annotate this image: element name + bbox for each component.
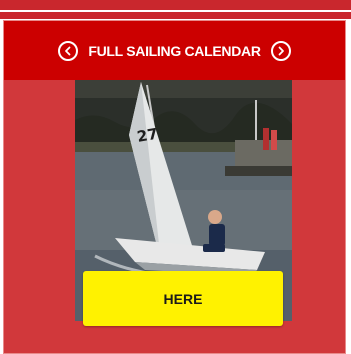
calendar-title[interactable]: FULL SAILING CALENDAR xyxy=(88,43,261,59)
divider-line xyxy=(0,10,351,12)
next-button[interactable] xyxy=(270,40,291,61)
here-button[interactable]: HERE xyxy=(83,271,283,326)
calendar-header: FULL SAILING CALENDAR xyxy=(4,21,345,80)
chevron-right-icon xyxy=(278,46,284,55)
prev-button[interactable] xyxy=(58,40,79,61)
top-decorative-strip xyxy=(0,0,351,19)
sailing-calendar-widget: FULL SAILING CALENDAR 27 HERE xyxy=(3,20,346,354)
svg-text:27: 27 xyxy=(136,125,160,146)
chevron-left-icon xyxy=(65,46,71,55)
